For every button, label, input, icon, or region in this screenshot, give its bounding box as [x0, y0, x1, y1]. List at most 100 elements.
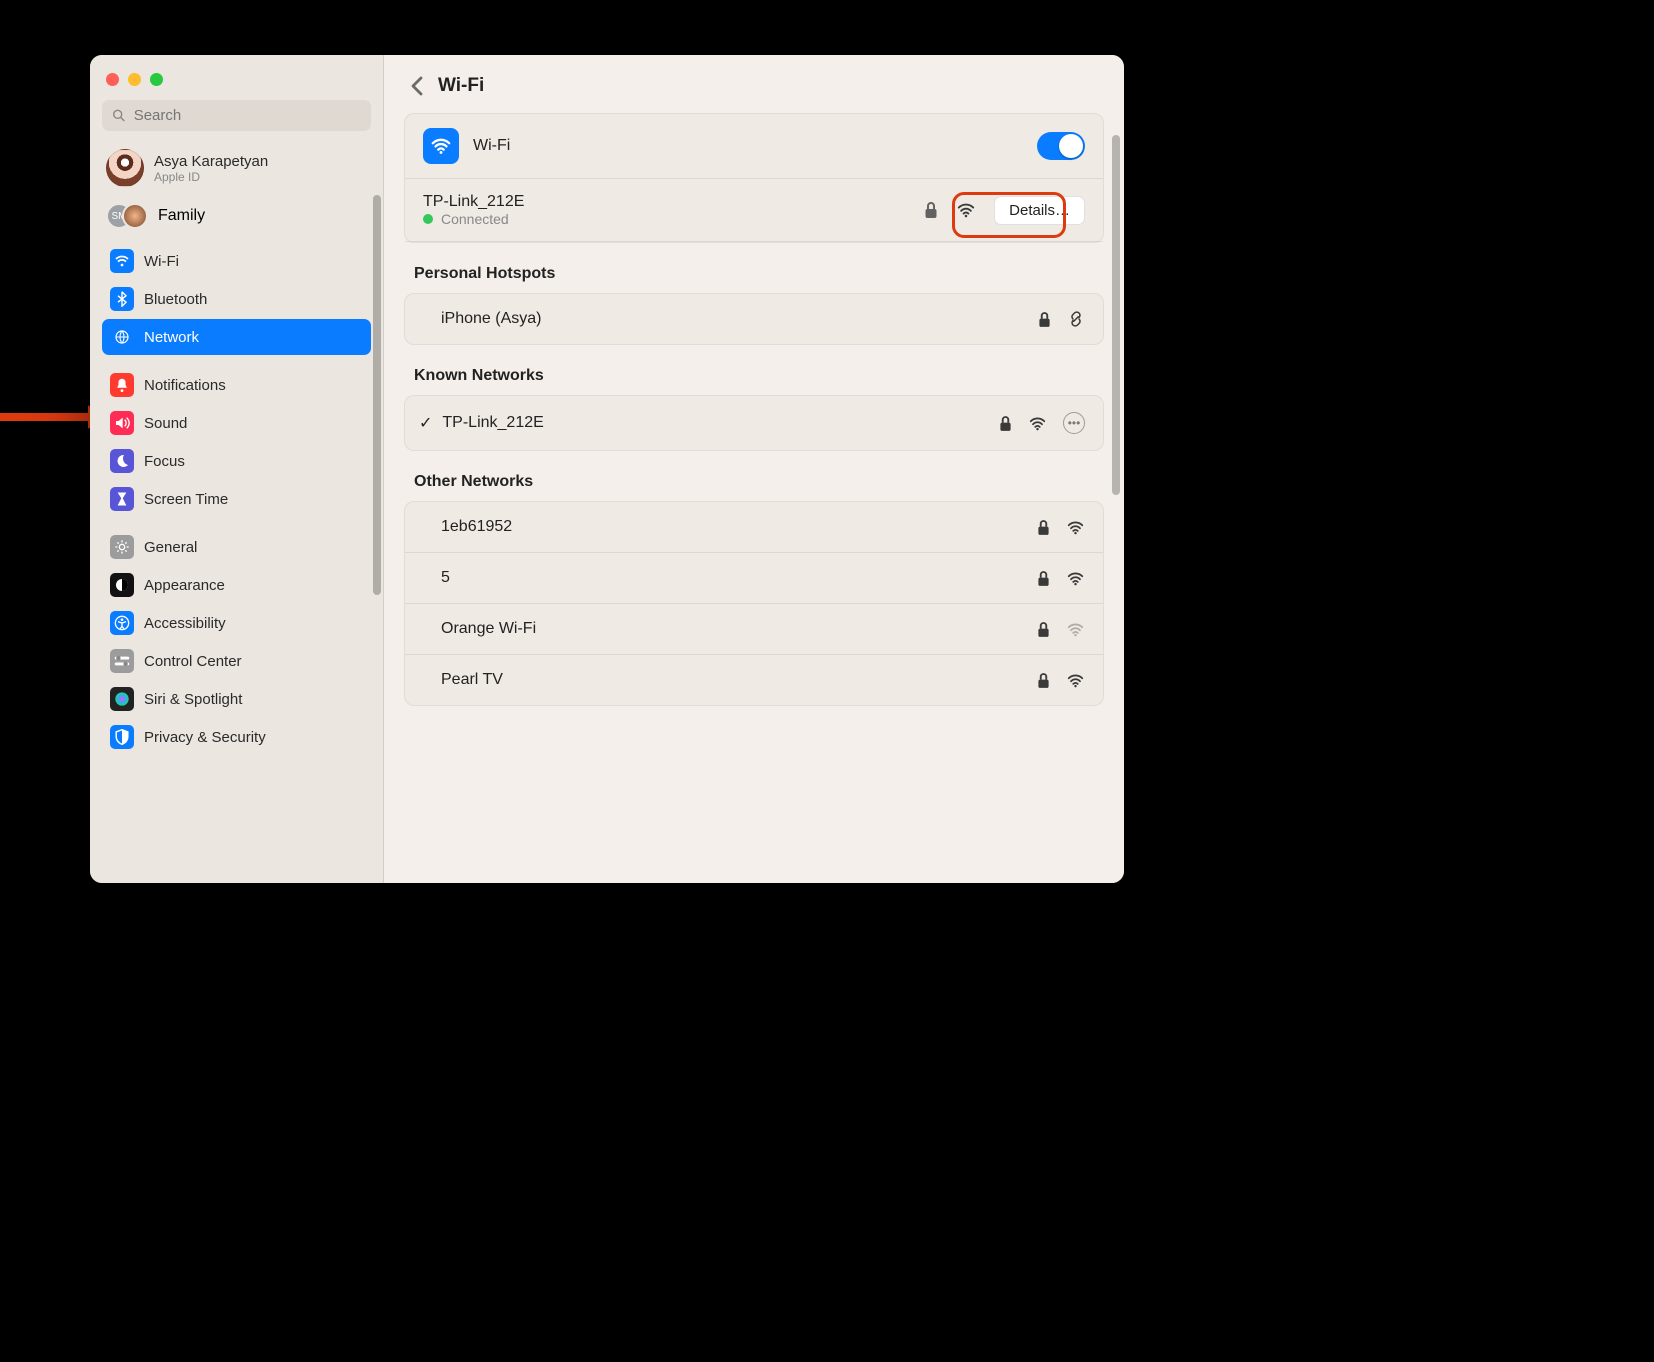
screentime-icon [110, 487, 134, 511]
hotspot-link-icon [1067, 310, 1085, 328]
wifi-icon [110, 249, 134, 273]
wifi-signal-icon [1028, 416, 1047, 431]
lock-icon [1038, 311, 1051, 328]
sidebar-item-network[interactable]: Network [102, 319, 371, 355]
current-network-status: Connected [441, 211, 509, 227]
family-member-avatar [122, 203, 148, 229]
sidebar-scrollbar[interactable] [373, 195, 381, 595]
zoom-window-button[interactable] [150, 73, 163, 86]
chevron-left-icon [410, 76, 424, 96]
family-entry[interactable]: SM Family [102, 197, 371, 243]
wifi-toggle[interactable] [1037, 132, 1085, 160]
wifi-signal-icon [1066, 673, 1085, 688]
wifi-toggle-row: Wi-Fi [405, 114, 1103, 179]
lock-icon [1037, 672, 1050, 689]
wifi-status-card: Wi-Fi TP-Link_212E Connected Details… [404, 113, 1104, 243]
annotation-arrow [0, 413, 90, 421]
sidebar-item-accessibility[interactable]: Accessibility [102, 605, 371, 641]
checkmark-icon: ✓ [419, 413, 432, 433]
controlcenter-icon [110, 649, 134, 673]
section-hotspots-title: Personal Hotspots [404, 265, 1104, 293]
details-button[interactable]: Details… [994, 196, 1085, 225]
appearance-icon [110, 573, 134, 597]
sidebar-item-label: Control Center [144, 653, 242, 670]
sidebar-item-wifi[interactable]: Wi-Fi [102, 243, 371, 279]
sidebar-item-label: Privacy & Security [144, 729, 266, 746]
network-icon [110, 325, 134, 349]
search-input[interactable] [134, 107, 361, 124]
hotspots-list: iPhone (Asya) [404, 293, 1104, 345]
sidebar-item-label: Focus [144, 453, 185, 470]
lock-icon [924, 201, 938, 219]
network-name: TP-Link_212E [442, 414, 543, 432]
main-content: Wi-Fi Wi-Fi TP-Link_212E Connected [384, 55, 1124, 883]
settings-window: Asya Karapetyan Apple ID SM Family Wi-Fi… [90, 55, 1124, 883]
page-header: Wi-Fi [404, 65, 1104, 113]
known-networks-list: ✓ TP-Link_212E ••• [404, 395, 1104, 451]
sidebar-item-label: Siri & Spotlight [144, 691, 242, 708]
network-row[interactable]: 5 [405, 553, 1103, 604]
sidebar-item-siri[interactable]: Siri & Spotlight [102, 681, 371, 717]
sidebar-item-label: Screen Time [144, 491, 228, 508]
sound-icon [110, 411, 134, 435]
wifi-signal-icon [956, 202, 976, 218]
sidebar-item-label: Bluetooth [144, 291, 207, 308]
account-subtitle: Apple ID [154, 170, 268, 184]
sidebar-item-bluetooth[interactable]: Bluetooth [102, 281, 371, 317]
network-row[interactable]: iPhone (Asya) [405, 294, 1103, 344]
network-name: iPhone (Asya) [441, 310, 542, 328]
current-network-name: TP-Link_212E [423, 193, 524, 211]
sidebar-item-label: General [144, 539, 197, 556]
siri-icon [110, 687, 134, 711]
minimize-window-button[interactable] [128, 73, 141, 86]
current-network-row: TP-Link_212E Connected Details… [405, 179, 1103, 242]
window-traffic-lights [102, 69, 371, 100]
general-icon [110, 535, 134, 559]
page-title: Wi-Fi [438, 75, 484, 97]
search-field[interactable] [102, 100, 371, 131]
sidebar-item-label: Wi-Fi [144, 253, 179, 270]
main-scrollbar[interactable] [1112, 135, 1120, 495]
lock-icon [999, 415, 1012, 432]
network-name: Pearl TV [441, 671, 503, 689]
connected-indicator [423, 214, 433, 224]
sidebar-item-label: Notifications [144, 377, 226, 394]
notifications-icon [110, 373, 134, 397]
network-row[interactable]: Pearl TV [405, 655, 1103, 705]
more-options-button[interactable]: ••• [1063, 412, 1085, 434]
wifi-icon [423, 128, 459, 164]
section-other-title: Other Networks [404, 473, 1104, 501]
network-row[interactable]: Orange Wi-Fi [405, 604, 1103, 655]
network-row[interactable]: ✓ TP-Link_212E ••• [405, 396, 1103, 450]
network-name: 1eb61952 [441, 518, 512, 536]
sidebar-item-screentime[interactable]: Screen Time [102, 481, 371, 517]
sidebar: Asya Karapetyan Apple ID SM Family Wi-Fi… [90, 55, 384, 883]
sidebar-item-controlcenter[interactable]: Control Center [102, 643, 371, 679]
lock-icon [1037, 621, 1050, 638]
focus-icon [110, 449, 134, 473]
account-name: Asya Karapetyan [154, 153, 268, 170]
sidebar-item-notifications[interactable]: Notifications [102, 367, 371, 403]
sidebar-item-general[interactable]: General [102, 529, 371, 565]
close-window-button[interactable] [106, 73, 119, 86]
other-networks-list: 1eb61952 5 Orange Wi-Fi Pearl TV [404, 501, 1104, 706]
sidebar-item-privacy[interactable]: Privacy & Security [102, 719, 371, 755]
sidebar-item-label: Appearance [144, 577, 225, 594]
lock-icon [1037, 570, 1050, 587]
back-button[interactable] [410, 76, 424, 96]
lock-icon [1037, 519, 1050, 536]
wifi-signal-icon [1066, 622, 1085, 637]
family-avatars: SM [106, 203, 148, 229]
privacy-icon [110, 725, 134, 749]
search-icon [112, 108, 126, 123]
network-row[interactable]: 1eb61952 [405, 502, 1103, 553]
sidebar-item-sound[interactable]: Sound [102, 405, 371, 441]
sidebar-item-label: Accessibility [144, 615, 226, 632]
apple-id-entry[interactable]: Asya Karapetyan Apple ID [102, 145, 371, 197]
sidebar-item-appearance[interactable]: Appearance [102, 567, 371, 603]
accessibility-icon [110, 611, 134, 635]
network-name: 5 [441, 569, 450, 587]
sidebar-item-focus[interactable]: Focus [102, 443, 371, 479]
wifi-signal-icon [1066, 520, 1085, 535]
section-known-title: Known Networks [404, 367, 1104, 395]
